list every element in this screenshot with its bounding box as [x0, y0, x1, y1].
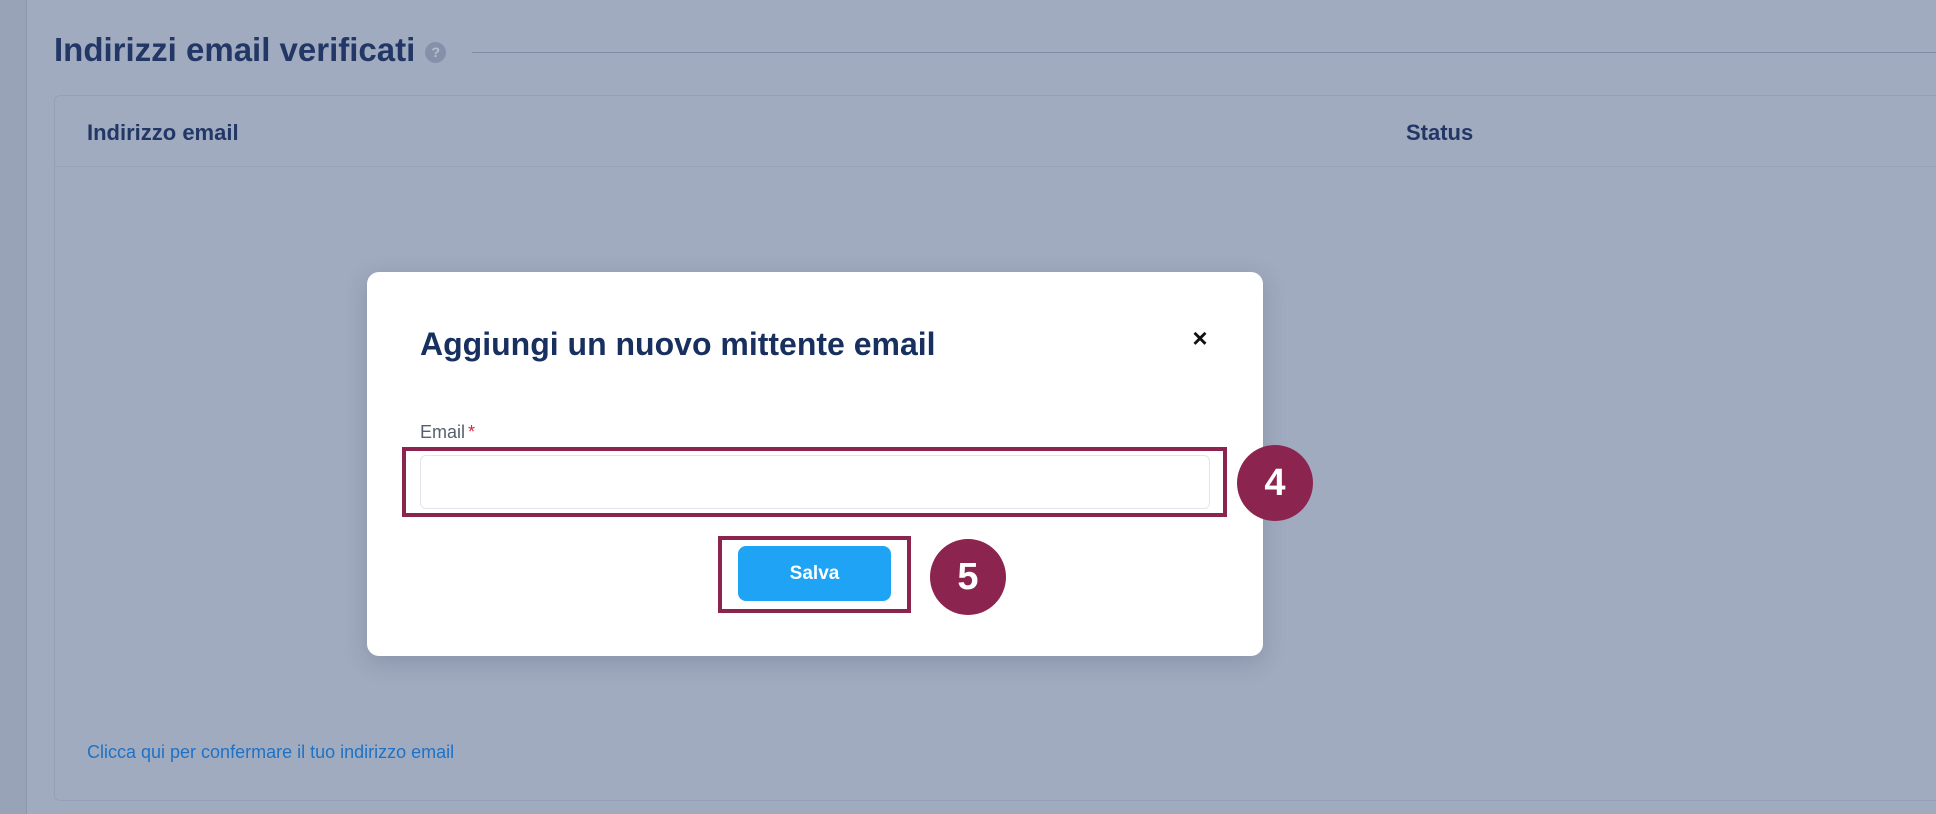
modal-title: Aggiungi un nuovo mittente email	[420, 326, 936, 362]
required-asterisk: *	[468, 422, 476, 442]
callout-highlight-save-button	[718, 536, 911, 613]
email-label-text: Email	[420, 422, 466, 442]
close-icon[interactable]: ×	[1185, 323, 1215, 353]
section-title-text: Indirizzi email verificati	[54, 31, 416, 68]
confirm-email-link[interactable]: Clicca qui per confermare il tuo indiriz…	[87, 742, 454, 763]
column-header-status: Status	[1406, 120, 1474, 145]
left-navigation-rail	[0, 0, 27, 814]
email-field-label: Email *	[420, 422, 475, 443]
column-header-email: Indirizzo email	[87, 120, 239, 145]
section-title-divider	[472, 52, 1936, 53]
help-icon[interactable]: ?	[425, 41, 447, 63]
table-header-divider	[55, 166, 1936, 167]
step-badge-4: 4	[1237, 445, 1313, 521]
step-badge-5: 5	[930, 539, 1006, 615]
page-section-title: Indirizzi email verificati ?	[54, 31, 447, 69]
callout-highlight-email-field	[402, 447, 1227, 517]
